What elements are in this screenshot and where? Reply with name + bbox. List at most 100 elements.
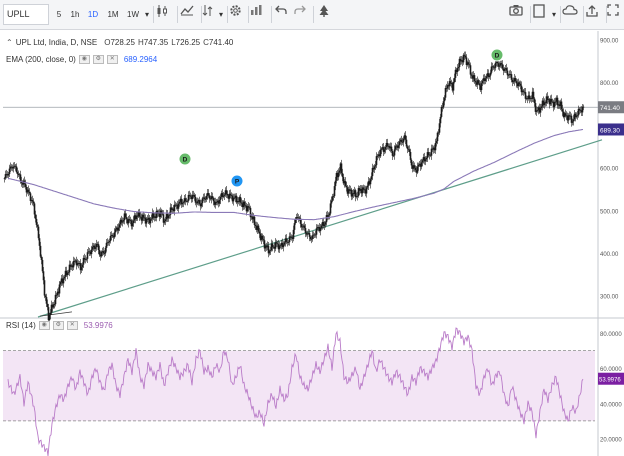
- fullscreen-icon[interactable]: [607, 4, 623, 25]
- price-tick-label: 500.00: [600, 209, 619, 215]
- rsi-close-icon[interactable]: ✕: [66, 321, 78, 330]
- candle-body: [344, 181, 347, 186]
- compare-dropdown-icon[interactable]: ▾: [216, 4, 226, 25]
- candle-body: [58, 284, 61, 294]
- candle-body: [118, 224, 121, 228]
- price-tick-label: 600.00: [600, 167, 619, 173]
- candle-body: [522, 90, 525, 92]
- indicators-icon[interactable]: [180, 4, 200, 25]
- candle-body: [442, 101, 445, 108]
- ema-axis-label: 689.30: [600, 127, 620, 134]
- chart-area[interactable]: 900.00800.00700.00600.00500.00400.00300.…: [0, 31, 624, 456]
- candle-body: [290, 236, 293, 238]
- close-value: 741.40: [208, 38, 234, 47]
- candle-body: [54, 294, 57, 305]
- candle-body: [24, 183, 27, 187]
- rsi-settings-icon[interactable]: ⚙: [52, 321, 64, 330]
- compare-icon[interactable]: [202, 4, 216, 25]
- rsi-tick-label: 60.0000: [600, 367, 622, 373]
- candle-body: [285, 238, 288, 242]
- candle-body: [34, 214, 37, 219]
- candle-body: [276, 243, 279, 245]
- candle-body: [212, 198, 215, 202]
- candle-body: [536, 110, 539, 111]
- candle-body: [239, 197, 242, 203]
- dividend-marker-letter: D: [495, 53, 500, 60]
- candle-body: [91, 246, 94, 250]
- cloud-icon[interactable]: [562, 4, 582, 25]
- candle-body: [524, 92, 527, 99]
- layout-dropdown-icon[interactable]: ▾: [549, 4, 559, 25]
- candle-body: [435, 141, 438, 144]
- candle-body: [515, 81, 518, 84]
- candles-icon[interactable]: [156, 4, 176, 25]
- interval-1d[interactable]: 1D: [85, 4, 101, 25]
- redo-icon[interactable]: [294, 4, 310, 25]
- candle-body: [226, 193, 229, 196]
- candle-body: [240, 202, 243, 204]
- interval-1m[interactable]: 1M: [105, 4, 121, 25]
- ema-line: [7, 128, 584, 221]
- candle-body: [46, 303, 49, 308]
- candle-body: [462, 54, 465, 63]
- candle-body: [7, 173, 10, 176]
- candle-body: [205, 195, 208, 200]
- candle-body: [539, 108, 542, 113]
- candle-body: [90, 249, 93, 255]
- camera-icon[interactable]: [509, 4, 529, 25]
- interval-dropdown-icon[interactable]: ▾: [142, 4, 152, 25]
- tree-icon[interactable]: [318, 4, 334, 25]
- interval-5[interactable]: 5: [52, 4, 66, 25]
- candle-body: [340, 163, 343, 174]
- candle-body: [376, 155, 379, 157]
- candle-body: [578, 108, 581, 111]
- candle-body: [150, 218, 153, 220]
- candle-body: [15, 166, 18, 173]
- candle-body: [257, 225, 260, 232]
- close-icon[interactable]: ✕: [106, 55, 118, 64]
- candle-body: [63, 276, 66, 279]
- publish-icon[interactable]: [585, 4, 605, 25]
- trend-arrow-line[interactable]: [39, 311, 73, 317]
- candle-body: [434, 143, 437, 151]
- candle-body: [124, 213, 127, 218]
- candle-body: [275, 242, 278, 244]
- collapse-legend-icon[interactable]: ⌃: [6, 38, 13, 47]
- eye-icon[interactable]: ◉: [78, 55, 90, 64]
- interval-1w[interactable]: 1W: [124, 4, 142, 25]
- candle-body: [131, 223, 134, 227]
- candle-body: [519, 83, 522, 86]
- candle-body: [105, 242, 108, 248]
- candle-body: [48, 315, 51, 321]
- candle-body: [32, 201, 35, 204]
- candle-body: [108, 240, 111, 243]
- interval-1h[interactable]: 1h: [68, 4, 82, 25]
- candle-body: [196, 201, 199, 204]
- undo-icon[interactable]: [275, 4, 291, 25]
- candle-body: [571, 121, 574, 123]
- candle-body: [114, 229, 117, 233]
- candle-body: [397, 145, 400, 148]
- gear-icon[interactable]: [229, 4, 247, 25]
- alert-icon[interactable]: [250, 4, 270, 25]
- candle-body: [309, 236, 312, 240]
- candle-body: [467, 62, 470, 65]
- candle-body: [81, 264, 84, 268]
- candle-body: [556, 97, 559, 106]
- rsi-tick-label: 40.0000: [600, 402, 622, 408]
- layout-icon[interactable]: [533, 4, 549, 25]
- price-tick-label: 400.00: [600, 252, 619, 258]
- candle-body: [249, 207, 252, 218]
- candle-body: [207, 193, 210, 196]
- candle-body: [379, 149, 382, 157]
- chart-canvas[interactable]: 900.00800.00700.00600.00500.00400.00300.…: [0, 31, 624, 456]
- candle-body: [182, 202, 185, 204]
- settings-icon[interactable]: ⚙: [92, 55, 104, 64]
- candle-body: [494, 62, 497, 68]
- ema-legend: EMA (200, close, 0) ◉ ⚙ ✕ 689.2964: [6, 55, 157, 64]
- rsi-eye-icon[interactable]: ◉: [38, 321, 50, 330]
- candle-body: [506, 70, 509, 76]
- symbol-search-input[interactable]: UPLL: [3, 4, 49, 25]
- candle-body: [49, 312, 52, 316]
- candle-body: [375, 156, 378, 166]
